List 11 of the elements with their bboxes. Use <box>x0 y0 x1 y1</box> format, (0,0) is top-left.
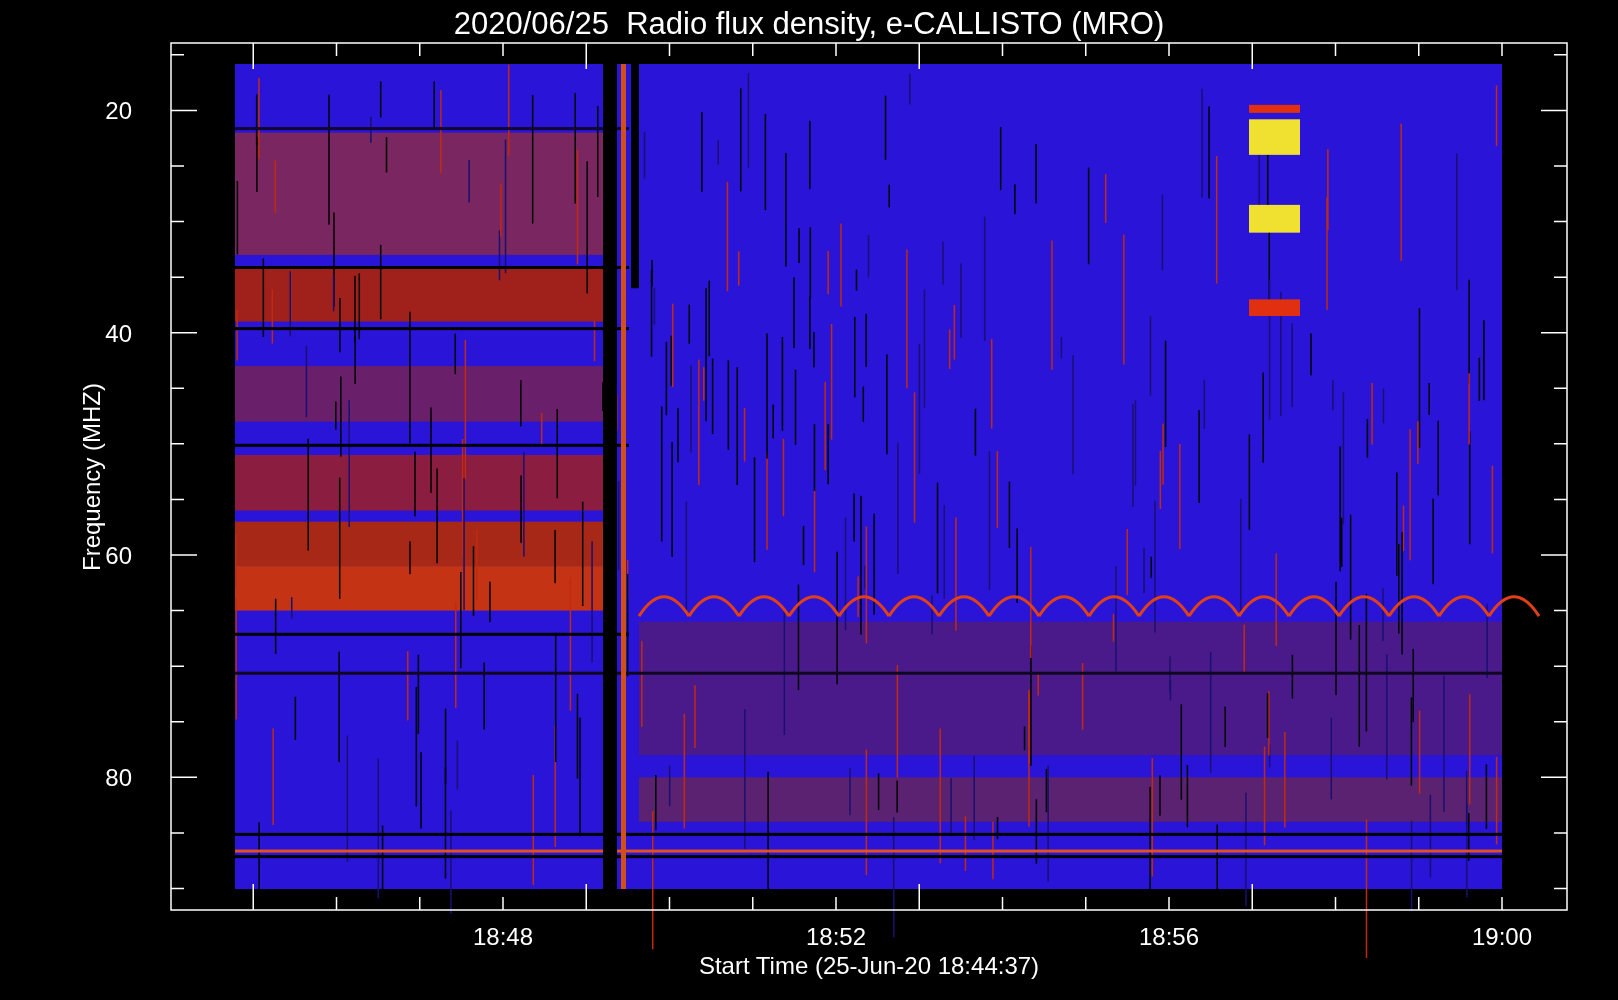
tick-label: 18:48 <box>472 923 534 950</box>
tick-label: 18:52 <box>805 923 867 950</box>
tick-label: 60 <box>105 542 132 569</box>
tick-label: 18:56 <box>1138 923 1200 950</box>
plot-title: 2020/06/25 Radio flux density, e-CALLISTO (MRO) <box>453 6 1165 41</box>
axis-label: Frequency (MHZ) <box>78 383 105 571</box>
tick-label: 19:00 <box>1471 923 1533 950</box>
tick-label: 40 <box>105 319 132 347</box>
tick-label: 20 <box>105 97 132 125</box>
axis-label: Start Time (25-Jun-20 18:44:37) <box>698 952 1040 979</box>
tick-label: 80 <box>105 764 132 792</box>
